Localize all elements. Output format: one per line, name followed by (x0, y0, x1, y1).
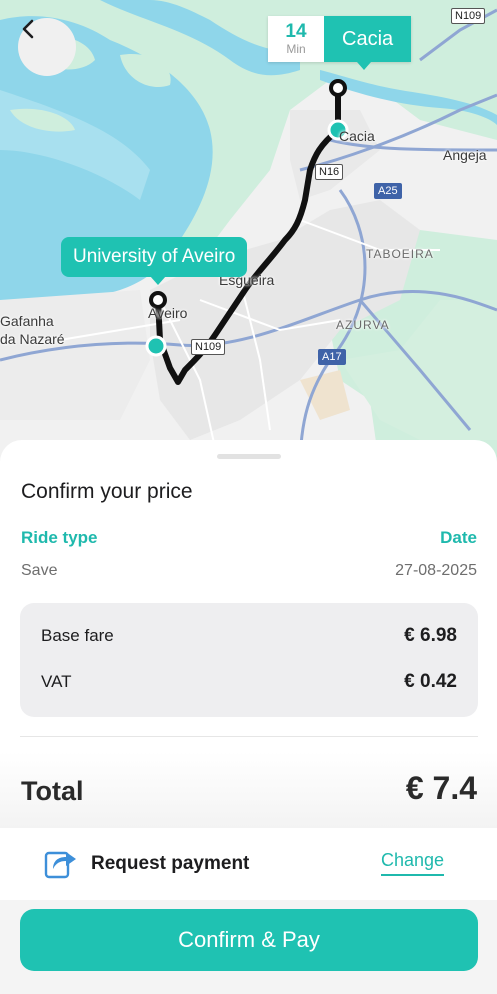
total-label: Total (21, 776, 84, 806)
base-fare-label: Base fare (41, 626, 114, 645)
chevron-left-icon (22, 19, 34, 39)
vat-label: VAT (41, 672, 72, 691)
confirm-pay-button[interactable]: Confirm & Pay (20, 909, 478, 971)
divider (20, 736, 478, 737)
place-label-taboeira: TABOEIRA (366, 247, 434, 261)
ride-type-label: Ride type (21, 528, 98, 547)
road-shield-a25: A25 (374, 183, 402, 199)
back-button[interactable] (18, 18, 76, 76)
ride-info-headers: Ride type Date (21, 528, 477, 548)
place-label-azurva: AZURVA (336, 318, 390, 332)
fare-breakdown-card: Base fare € 6.98 VAT € 0.42 (20, 603, 478, 717)
sheet-title: Confirm your price (21, 480, 193, 503)
place-label-aveiro: Aveiro (148, 305, 188, 321)
road-shield-n109-south: N109 (191, 339, 226, 355)
ride-type-value: Save (21, 562, 58, 579)
place-label-nazare: da Nazaré (0, 331, 65, 347)
base-fare-row: Base fare € 6.98 (41, 625, 457, 647)
origin-callout: University of Aveiro (61, 237, 248, 277)
road-shield-n16: N16 (315, 164, 344, 180)
map-canvas (0, 0, 497, 470)
change-payment-link[interactable]: Change (381, 850, 445, 876)
date-value: 27-08-2025 (395, 562, 477, 579)
destination-name: Cacia (324, 16, 412, 62)
vat-amount: € 0.42 (404, 671, 457, 692)
date-label: Date (440, 528, 477, 547)
eta-unit: Min (286, 42, 306, 56)
vat-row: VAT € 0.42 (41, 671, 457, 693)
total-amount: € 7.4 (405, 770, 477, 806)
destination-callout: 14 Min Cacia (268, 16, 412, 62)
payment-method-row: Request payment Change (0, 828, 497, 900)
place-label-angeja: Angeja (443, 147, 487, 163)
sheet-drag-handle[interactable] (217, 454, 281, 459)
base-fare-amount: € 6.98 (404, 625, 457, 646)
road-shield-a17: A17 (318, 349, 346, 365)
ride-info-values: Save 27-08-2025 (21, 562, 477, 580)
eta-value: 14 (285, 21, 307, 42)
route-map[interactable]: Cacia Angeja TABOEIRA Esgueira AZURVA Av… (0, 0, 497, 470)
origin-callout-pointer (150, 276, 166, 285)
request-payment-icon (44, 851, 76, 879)
destination-callout-pointer (357, 62, 371, 70)
place-label-cacia: Cacia (339, 128, 375, 144)
payment-method-label: Request payment (91, 853, 250, 874)
place-label-gafanha: Gafanha (0, 313, 54, 329)
road-shield-n109-north: N109 (451, 8, 486, 24)
eta-box: 14 Min (268, 16, 324, 62)
price-confirmation-sheet: Confirm your price Ride type Date Save 2… (0, 440, 497, 994)
